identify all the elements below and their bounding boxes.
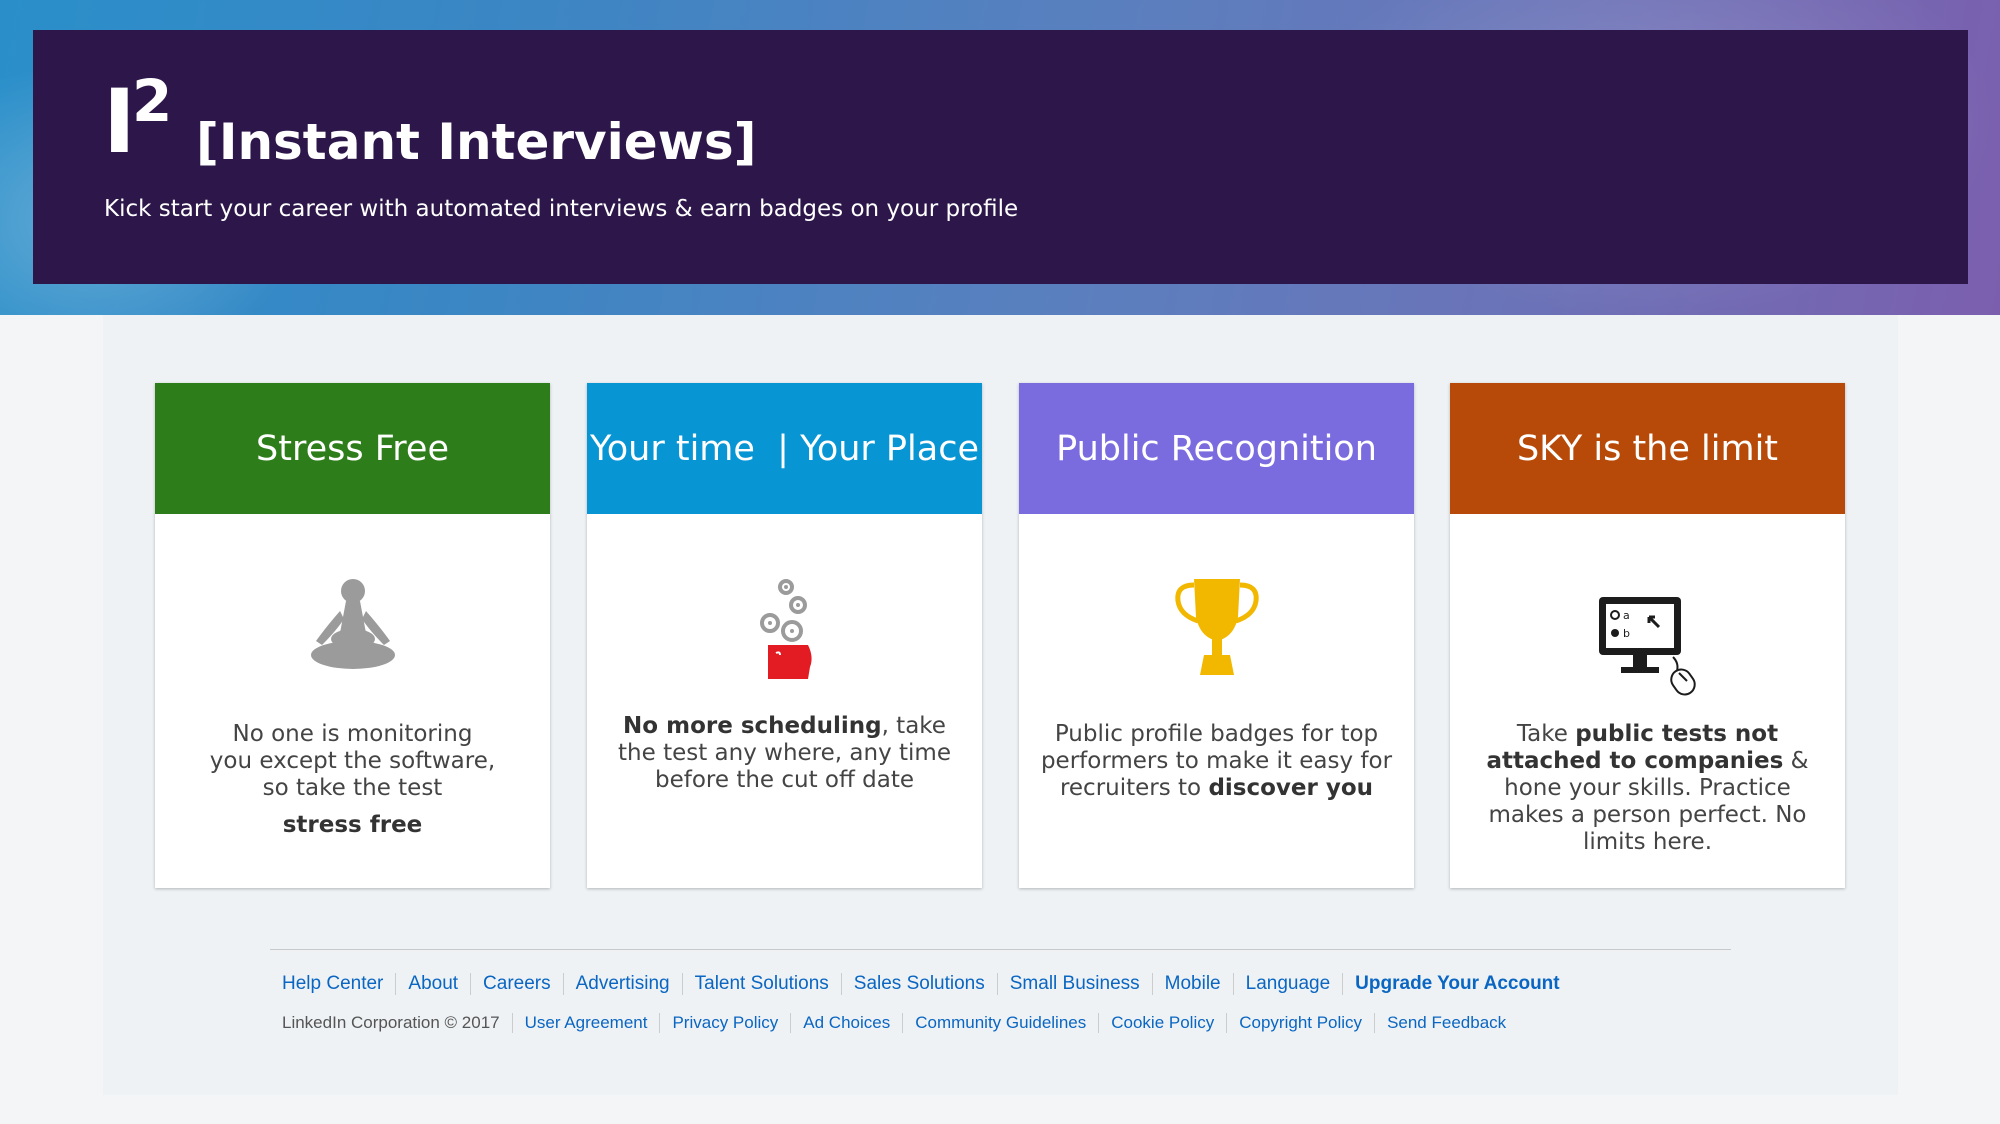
footer-link-upgrade-account[interactable]: Upgrade Your Account <box>1342 973 1571 995</box>
footer-link-talent-solutions[interactable]: Talent Solutions <box>681 973 841 995</box>
svg-text:b: b <box>1623 627 1630 640</box>
footer-link-help-center[interactable]: Help Center <box>270 973 395 995</box>
card-sky-is-the-limit: SKY is the limit a b Take public tests n… <box>1450 383 1845 888</box>
footer-link-advertising[interactable]: Advertising <box>562 973 682 995</box>
footer-copyright: LinkedIn Corporation © 2017 <box>282 1013 500 1032</box>
card-description: No one is monitoring you except the soft… <box>209 721 496 838</box>
logo-letter: I <box>103 70 136 173</box>
computer-test-icon: a b <box>1450 593 1845 697</box>
page-title: [Instant Interviews] <box>196 113 757 171</box>
footer-link-ad-choices[interactable]: Ad Choices <box>790 1013 902 1033</box>
footer-link-careers[interactable]: Careers <box>470 973 563 995</box>
footer-link-copyright-policy[interactable]: Copyright Policy <box>1226 1013 1374 1033</box>
footer-divider <box>270 949 1731 950</box>
card-title: Your time | Your Place <box>587 383 982 514</box>
card-description: No more scheduling, take the test any wh… <box>618 713 951 793</box>
footer-links-primary: Help Center About Careers Advertising Ta… <box>270 973 1572 995</box>
card-your-time: Your time | Your Place No more schedulin… <box>587 383 982 888</box>
footer-link-language[interactable]: Language <box>1232 973 1343 995</box>
card-description: Public profile badges for top performers… <box>1040 721 1393 801</box>
svg-text:a: a <box>1623 609 1630 622</box>
card-stress-free: Stress Free No one is monitoring you exc… <box>155 383 550 888</box>
footer-links-secondary: LinkedIn Corporation © 2017 User Agreeme… <box>270 1013 1518 1033</box>
footer-link-sales-solutions[interactable]: Sales Solutions <box>840 973 997 995</box>
footer-link-small-business[interactable]: Small Business <box>996 973 1152 995</box>
trophy-icon <box>1019 575 1414 679</box>
card-title: SKY is the limit <box>1450 383 1845 514</box>
card-title: Public Recognition <box>1019 383 1414 514</box>
card-description: Take public tests not attached to compan… <box>1486 721 1809 855</box>
card-emphasis: stress free <box>282 812 423 838</box>
meditation-icon <box>155 575 550 675</box>
card-emphasis: discover you <box>1208 775 1374 801</box>
footer-link-community-guidelines[interactable]: Community Guidelines <box>902 1013 1098 1033</box>
footer-link-send-feedback[interactable]: Send Feedback <box>1374 1013 1518 1033</box>
footer-link-cookie-policy[interactable]: Cookie Policy <box>1098 1013 1226 1033</box>
card-public-recognition: Public Recognition Public profile badges… <box>1019 383 1414 888</box>
footer-link-privacy-policy[interactable]: Privacy Policy <box>659 1013 790 1033</box>
gears-head-icon <box>587 575 982 685</box>
footer-link-mobile[interactable]: Mobile <box>1151 973 1233 995</box>
footer-link-about[interactable]: About <box>395 973 470 995</box>
logo-superscript: 2 <box>132 67 173 135</box>
footer-link-user-agreement[interactable]: User Agreement <box>511 1013 660 1033</box>
card-title: Stress Free <box>155 383 550 514</box>
card-bold-lead: No more scheduling <box>623 713 882 739</box>
page-subtitle: Kick start your career with automated in… <box>104 196 1019 222</box>
